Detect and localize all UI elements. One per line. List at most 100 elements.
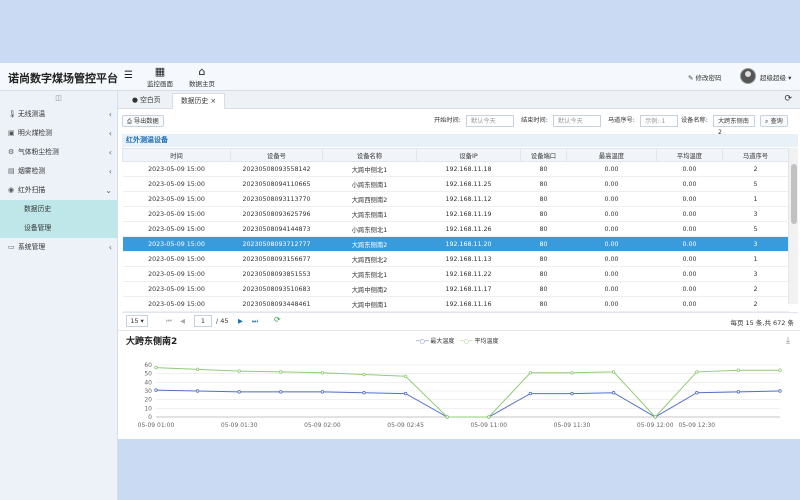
- close-icon[interactable]: ×: [210, 97, 216, 105]
- change-password-link[interactable]: ✎ 修改密码: [688, 72, 722, 82]
- x-tick-label: 05-09 02:00: [304, 422, 341, 429]
- table-cell: 0.00: [566, 266, 657, 282]
- end-time-input[interactable]: 默认今天: [553, 115, 601, 127]
- home-button[interactable]: ⌂ 数据主页: [180, 65, 224, 88]
- table-row[interactable]: 2023-05-09 15:00 20230508093558142 大跨中侧北1 1…: [122, 161, 789, 177]
- table-cell: 20230508094144873: [230, 221, 323, 237]
- data-point: [570, 391, 574, 396]
- table-row[interactable]: 2023-05-09 15:00 20230508093448461 大跨中侧南1 1…: [122, 296, 789, 312]
- next-page-icon[interactable]: ▶: [238, 317, 243, 325]
- tab-blank[interactable]: ● 空白页: [124, 93, 169, 109]
- y-tick-label: 30: [144, 388, 152, 395]
- table-body: 2023-05-09 15:00 20230508093558142 大跨中侧北1 1…: [122, 161, 789, 312]
- prev-page-icon[interactable]: ◀: [180, 317, 185, 325]
- data-point: [778, 389, 782, 393]
- sidebar-collapse-icon[interactable]: ◫: [0, 91, 117, 105]
- last-page-icon[interactable]: ⏭: [252, 317, 258, 326]
- reload-icon[interactable]: ⟳: [274, 315, 281, 324]
- data-point: [653, 415, 657, 419]
- table-cell: 0.00: [656, 161, 723, 177]
- data-point: [695, 370, 699, 374]
- table-cell: 192.168.11.12: [416, 191, 521, 207]
- lane-input[interactable]: 示例: 1: [640, 115, 678, 127]
- table-cell: 20230508094110665: [230, 176, 323, 192]
- column-header[interactable]: 马道序号: [722, 148, 789, 162]
- table-scrollbar[interactable]: [788, 148, 798, 304]
- data-point: [778, 368, 782, 372]
- x-tick-label: 05-09 12:00: [637, 422, 674, 429]
- sidebar-item-gas[interactable]: ⚙ 气体粉尘检测 ‹: [0, 143, 117, 162]
- table-cell: 2: [722, 161, 789, 177]
- page-size-select[interactable]: 15 ▾: [126, 315, 148, 327]
- column-header[interactable]: 最高温度: [566, 148, 657, 162]
- data-point: [154, 388, 158, 392]
- refresh-icon[interactable]: ⟳: [784, 94, 792, 104]
- y-tick-label: 0: [148, 414, 152, 421]
- home-icon: ⌂: [198, 65, 206, 78]
- column-header[interactable]: 时间: [122, 148, 231, 162]
- column-header[interactable]: 设备号: [230, 148, 323, 162]
- table-row[interactable]: 2023-05-09 15:00 20230508093851553 大跨东侧北1 1…: [122, 266, 789, 282]
- table-cell: 0.00: [656, 221, 723, 237]
- tab-history[interactable]: 数据历史 ×: [172, 93, 226, 109]
- query-button[interactable]: ⌕ 查询: [760, 115, 788, 127]
- device-name-input[interactable]: 大跨东侧南2: [713, 115, 755, 136]
- table-cell: 2023-05-09 15:00: [122, 206, 231, 222]
- data-point: [611, 391, 616, 395]
- table-cell: 0.00: [566, 161, 657, 177]
- sidebar-item-infrared[interactable]: ◉ 红外扫描 ⌄: [0, 181, 117, 200]
- column-header[interactable]: 设备端口: [520, 148, 567, 162]
- x-tick-label: 05-09 11:30: [554, 422, 591, 429]
- sidebar-subitem-history[interactable]: 数据历史: [0, 200, 117, 219]
- sidebar-item-wireless-temp[interactable]: 🌡无线测温 ‹: [0, 105, 117, 124]
- sidebar-subitem-devices[interactable]: 设备管理: [0, 219, 117, 238]
- table-cell: 0.00: [566, 281, 657, 297]
- table-cell: 192.168.11.22: [416, 266, 521, 282]
- chevron-down-icon: ⌄: [105, 186, 112, 195]
- first-page-icon[interactable]: ⏮: [166, 317, 172, 326]
- table-row[interactable]: 2023-05-09 15:00 20230508093510683 大跨中侧南2 1…: [122, 281, 789, 297]
- table-row[interactable]: 2023-05-09 15:00 20230508094110665 小跨东侧南1 1…: [122, 176, 789, 192]
- total-pages: / 45: [216, 317, 229, 325]
- table-cell: 0.00: [656, 191, 723, 207]
- sidebar-item-system[interactable]: ▭ 系统管理 ‹: [0, 238, 117, 257]
- table-row[interactable]: 2023-05-09 15:00 20230508093156677 大跨西侧北2 1…: [122, 251, 789, 267]
- column-header[interactable]: 平均温度: [656, 148, 723, 162]
- table-cell: 20230508093510683: [230, 281, 323, 297]
- table-row[interactable]: 2023-05-09 15:00 20230508093113770 大跨西侧南2 1…: [122, 191, 789, 207]
- monitor-button[interactable]: ▦ 监控画面: [138, 65, 182, 88]
- table-cell: 0.00: [656, 281, 723, 297]
- start-time-input[interactable]: 默认今天: [466, 115, 514, 127]
- table-cell: 0.00: [566, 236, 657, 252]
- lane-label: 马道序号:: [608, 117, 635, 124]
- y-tick-label: 40: [144, 379, 152, 386]
- table-row[interactable]: 2023-05-09 15:00 20230508094144873 小跨东侧北1 1…: [122, 221, 789, 237]
- app-title: 诺尚数字煤场管控平台: [8, 72, 118, 85]
- table-row[interactable]: 2023-05-09 15:00 20230508093625796 大跨东侧南1 1…: [122, 206, 789, 222]
- table-cell: 0.00: [566, 221, 657, 237]
- data-point: [736, 368, 741, 372]
- column-header[interactable]: 设备名称: [322, 148, 417, 162]
- table-cell: 0.00: [656, 206, 723, 222]
- sidebar-item-fire[interactable]: ▣ 明火煤检测 ‹: [0, 124, 117, 143]
- sidebar-item-smoke[interactable]: ▤ 烟雾检测 ‹: [0, 162, 117, 181]
- data-point: [611, 370, 616, 374]
- smoke-icon: ▤: [8, 167, 15, 175]
- table-row[interactable]: 2023-05-09 15:00 20230508093712777 大跨东侧南2 1…: [122, 236, 789, 252]
- table-cell: 2023-05-09 15:00: [122, 176, 231, 192]
- avatar[interactable]: [740, 68, 756, 84]
- data-point: [362, 391, 366, 395]
- menu-toggle-icon[interactable]: ☰: [124, 70, 133, 81]
- data-point: [195, 389, 200, 393]
- sidebar: ◫ 🌡无线测温 ‹ ▣ 明火煤检测 ‹ ⚙ 气体粉尘检测 ‹ ▤ 烟雾检测 ‹ ◉ 红外扫描 ⌄ …: [0, 91, 118, 500]
- chevron-left-icon: ‹: [108, 129, 112, 138]
- chevron-left-icon: ‹: [108, 110, 112, 119]
- toolbar: ⎙ 导出数据 开始时间: 默认今天 结束时间: 默认今天 马道序号: 示例: 1…: [118, 113, 800, 136]
- export-button[interactable]: ⎙ 导出数据: [122, 115, 164, 127]
- scrollbar-thumb[interactable]: [791, 164, 797, 224]
- table-cell: 1: [722, 251, 789, 267]
- user-menu[interactable]: 超级超级 ▾: [760, 72, 791, 82]
- data-point: [320, 371, 325, 375]
- column-header[interactable]: 设备IP: [416, 148, 521, 162]
- page-input[interactable]: 1: [194, 315, 212, 327]
